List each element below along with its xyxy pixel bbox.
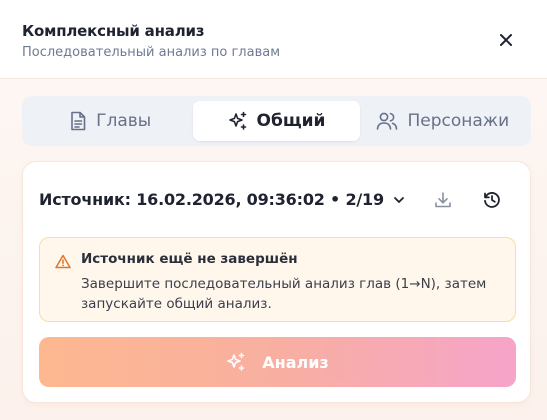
- alert-title: Источник ещё не завершён: [81, 251, 298, 267]
- warning-triangle-icon: [55, 254, 71, 269]
- history-icon: [484, 192, 500, 208]
- download-button[interactable]: [429, 186, 457, 214]
- dialog-title: Комплексный анализ: [22, 22, 205, 40]
- analyze-button[interactable]: Анализ: [39, 337, 516, 387]
- document-icon: [71, 111, 86, 131]
- download-icon: [435, 192, 451, 208]
- tab-characters-label: Персонажи: [407, 111, 510, 131]
- close-button[interactable]: [494, 28, 518, 52]
- complex-analysis-dialog: Комплексный анализ Последовательный анал…: [0, 0, 547, 420]
- source-label: Источник: 16.02.2026, 09:36:02 • 2/19: [39, 190, 384, 209]
- tab-chapters[interactable]: Главы: [27, 101, 193, 141]
- sparkles-icon: [227, 352, 245, 371]
- tab-general-label: Общий: [256, 111, 326, 131]
- close-icon: [500, 34, 512, 46]
- chevron-down-icon: [393, 196, 404, 203]
- general-analysis-card: Источник: 16.02.2026, 09:36:02 • 2/19 Ис…: [22, 161, 531, 403]
- tab-characters[interactable]: Персонажи: [360, 101, 526, 141]
- alert-message: Завершите последовательный анализ глав (…: [81, 276, 487, 312]
- analysis-tabs: Главы Общий Персонажи: [22, 96, 531, 146]
- dialog-header: Комплексный анализ Последовательный анал…: [0, 0, 547, 79]
- history-button[interactable]: [478, 186, 506, 214]
- source-selector[interactable]: Источник: 16.02.2026, 09:36:02 • 2/19: [39, 190, 406, 209]
- users-icon: [377, 112, 398, 130]
- tab-general[interactable]: Общий: [193, 101, 360, 141]
- sparkles-icon: [228, 111, 246, 130]
- incomplete-source-alert: Источник ещё не завершён Завершите после…: [39, 237, 516, 322]
- tab-chapters-label: Главы: [96, 111, 152, 131]
- analyze-button-label: Анализ: [262, 352, 329, 372]
- dialog-subtitle: Последовательный анализ по главам: [22, 45, 281, 60]
